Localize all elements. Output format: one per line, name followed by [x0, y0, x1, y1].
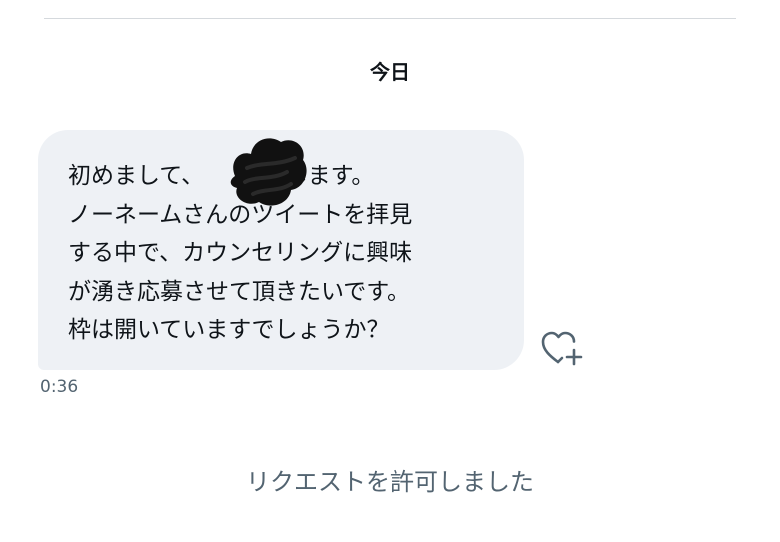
- message-timestamp: 0:36: [40, 377, 79, 397]
- message-bubble[interactable]: 初めまして、 申します。 ノーネームさんのツイートを拝見 する中で、カウンセリン…: [38, 130, 524, 370]
- date-separator: 今日: [370, 60, 410, 84]
- message-line: 初めまして、 申します。: [68, 163, 375, 189]
- message-line: 枠は開いていますでしょうか？: [68, 317, 390, 343]
- request-status-text: リクエストを許可しました: [246, 468, 534, 496]
- top-divider: [44, 18, 736, 19]
- heart-plus-icon[interactable]: [538, 328, 584, 370]
- message-line: する中で、カウンセリングに興味: [68, 240, 413, 266]
- message-line: が湧き応募させて頂きたいです。: [68, 278, 411, 305]
- message-line: ノーネームさんのツイートを拝見: [68, 201, 413, 228]
